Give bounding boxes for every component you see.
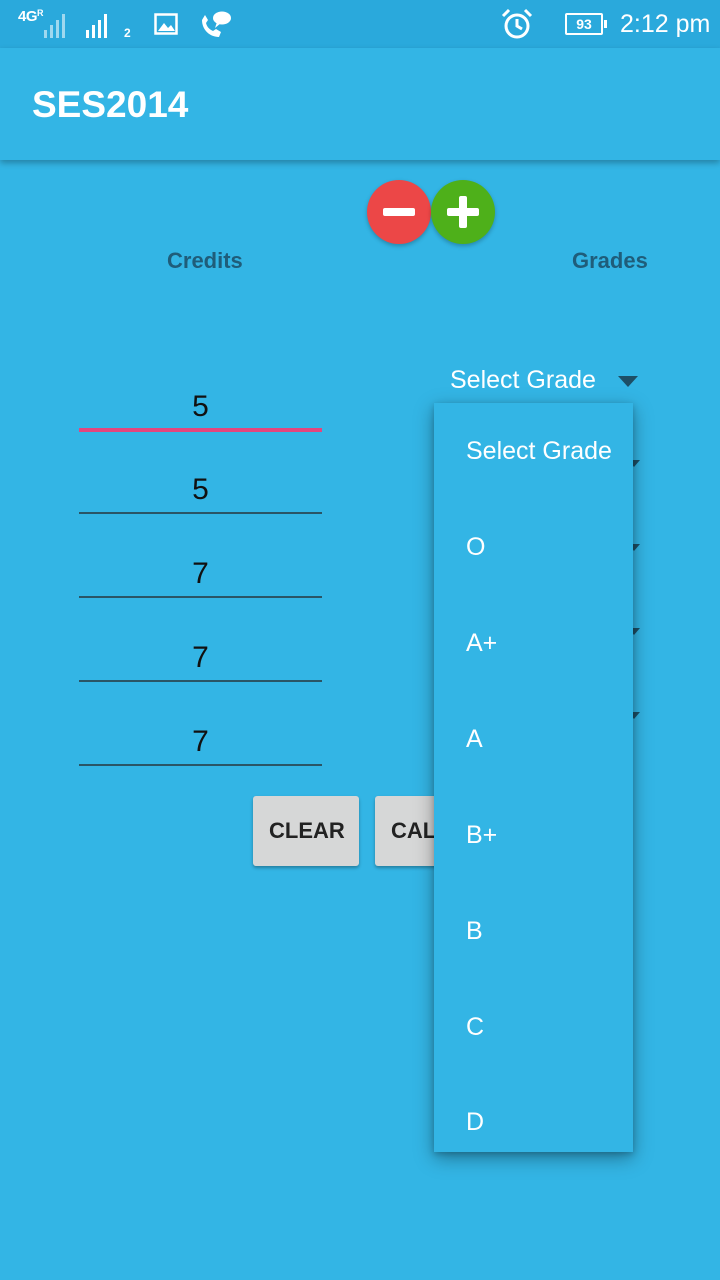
remove-row-button[interactable] — [367, 180, 431, 244]
dropdown-option-c[interactable]: C — [434, 979, 633, 1075]
sim-slot-label: 2 — [124, 26, 131, 40]
dropdown-option-d[interactable]: D — [434, 1075, 633, 1136]
network-type: 4GR — [18, 8, 44, 25]
alarm-icon — [501, 8, 533, 39]
dropdown-option-o[interactable]: O — [434, 499, 633, 595]
credit-input-5[interactable] — [79, 706, 322, 766]
credit-input-1[interactable] — [79, 372, 322, 432]
signal-icon — [44, 12, 65, 38]
credit-input-2[interactable] — [79, 454, 322, 514]
app-title: SES2014 — [32, 84, 189, 125]
image-icon — [154, 13, 178, 35]
grade-select-1[interactable]: Select Grade — [450, 366, 650, 402]
call-chat-icon — [202, 11, 231, 37]
credits-header: Credits — [167, 248, 243, 273]
dropdown-option-select-grade[interactable]: Select Grade — [434, 403, 633, 499]
dropdown-arrow-icon — [618, 376, 638, 387]
credit-input-4[interactable] — [79, 622, 322, 682]
grade-dropdown-menu: Select Grade O A+ A B+ B C D — [434, 403, 633, 1152]
status-time: 2:12 pm — [620, 10, 711, 38]
plus-icon — [447, 196, 479, 228]
minus-icon — [383, 208, 415, 216]
grade-select-value: Select Grade — [450, 366, 596, 394]
clear-button[interactable]: CLEAR — [253, 796, 359, 866]
status-bar: 4GR 2 93 2:12 pm — [0, 0, 720, 48]
dropdown-option-b[interactable]: B — [434, 883, 633, 979]
app-bar: SES2014 — [0, 48, 720, 160]
dropdown-option-b-plus[interactable]: B+ — [434, 787, 633, 883]
screen: 4GR 2 93 2:12 pm SES2014 Credits Grades … — [0, 0, 720, 1280]
add-row-button[interactable] — [431, 180, 495, 244]
dropdown-option-a[interactable]: A — [434, 691, 633, 787]
signal-icon — [86, 12, 107, 38]
dropdown-option-a-plus[interactable]: A+ — [434, 595, 633, 691]
grades-header: Grades — [572, 248, 648, 273]
battery-icon: 93 — [565, 13, 607, 35]
credit-input-3[interactable] — [79, 538, 322, 598]
